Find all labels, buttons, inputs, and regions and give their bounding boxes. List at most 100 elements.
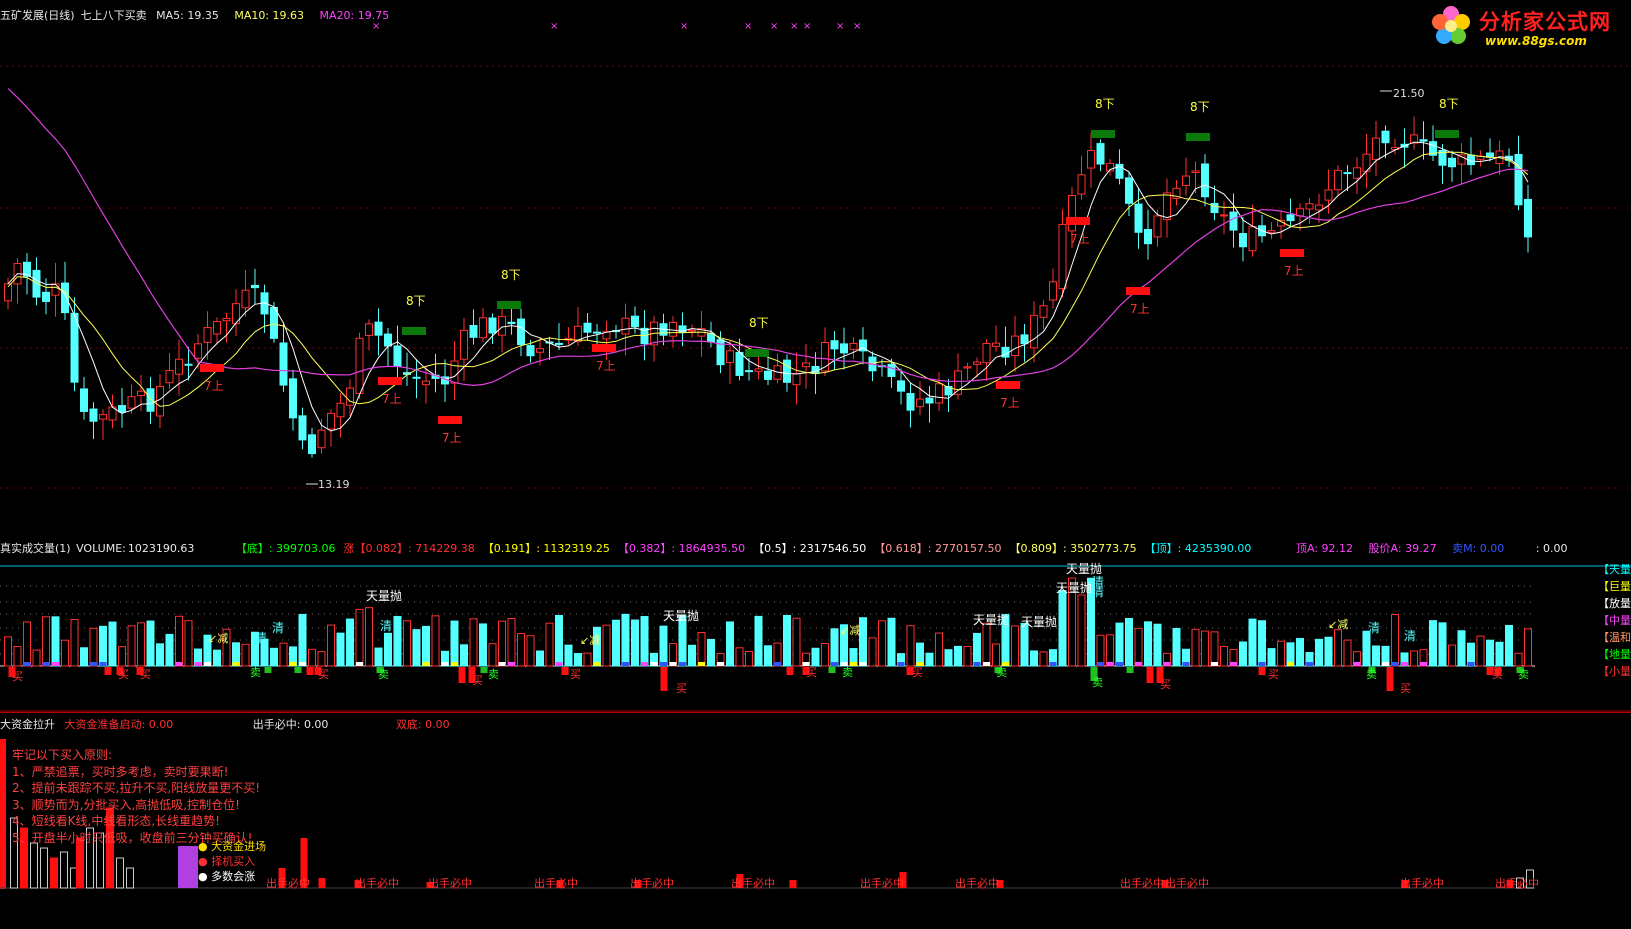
- candle: [688, 329, 696, 332]
- volume-bar: [1391, 613, 1399, 667]
- volume-bar: [992, 643, 1000, 667]
- volume-bar: [213, 649, 221, 667]
- candle: [365, 323, 373, 337]
- signal-7up-label: 7上: [382, 392, 402, 406]
- volume-below-bar: [104, 667, 112, 675]
- capital-panel[interactable]: 大资金拉升 大资金准备启动: 0.00 出手必中: 0.00 双底: 0.00 …: [0, 712, 1631, 929]
- volume-mark: [973, 662, 981, 666]
- candle: [1191, 170, 1200, 174]
- candle: [80, 388, 88, 412]
- volume-bar: [1115, 622, 1124, 667]
- volume-label-sell: 卖: [1366, 668, 1377, 681]
- volume-bar: [1343, 639, 1352, 667]
- candle: [308, 434, 316, 455]
- capital-left-bar: [0, 739, 6, 889]
- volume-mark: [679, 662, 686, 666]
- kline-panel[interactable]: 五矿发展(日线) 七上八下买卖 MA5: 19.35 MA10: 19.63 MA…: [0, 0, 1631, 536]
- site-logo: 分析家公式网 www.88gs.com: [1429, 2, 1625, 52]
- signal-x-mark: ×: [372, 21, 380, 32]
- volume-bar: [80, 647, 88, 667]
- volume-label-buy: 买: [676, 682, 687, 695]
- volume-bar: [1220, 645, 1228, 667]
- high-price-marker: 21.50: [1393, 87, 1425, 100]
- volume-label-throw: 天量抛: [1056, 580, 1092, 595]
- volume-bar: [944, 649, 953, 667]
- volume-mark: [1353, 662, 1361, 666]
- volume-legend-0: 【天量: [1598, 563, 1631, 576]
- candle: [887, 363, 896, 377]
- volume-bar: [1096, 634, 1105, 667]
- candle: [1068, 195, 1076, 232]
- candle: [1210, 202, 1219, 214]
- volume-panel[interactable]: 真实成交量(1) VOLUME: 1023190.63 【底】: 399703.0…: [0, 536, 1631, 712]
- candle: [479, 317, 487, 339]
- candle: [156, 385, 164, 417]
- volume-mark: [650, 662, 658, 666]
- candle: [1144, 229, 1152, 245]
- volume-below-bar: [561, 667, 569, 675]
- volume-label-buy: 买: [118, 668, 129, 681]
- candle: [1134, 203, 1143, 233]
- volume-label-clear: 清: [380, 619, 392, 633]
- volume-bar: [1495, 641, 1504, 667]
- candle: [469, 325, 478, 338]
- volume-below-bar: [828, 667, 836, 673]
- volume-bar: [1106, 634, 1114, 667]
- capital-bar: [116, 857, 124, 889]
- volume-bar: [564, 644, 573, 667]
- volume-bar: [336, 632, 345, 667]
- volume-bar: [412, 629, 421, 667]
- volume-bar: [1020, 622, 1029, 667]
- volume-bar: [1505, 624, 1513, 667]
- candle: [1163, 192, 1171, 221]
- legend-buy-chance: 择机买入: [211, 855, 256, 868]
- capital-hit-label: 出手必中: [1165, 876, 1209, 890]
- volume-bar: [165, 633, 174, 667]
- candle: [317, 429, 326, 449]
- volume-label-sell: 卖: [378, 668, 389, 681]
- volume-label-reduce: ↙减: [1328, 618, 1348, 631]
- candle: [1087, 149, 1095, 169]
- volume-bar: [346, 618, 354, 667]
- rule-3: 3、顺势而为,分批买入,高抛低吸,控制仓位!: [12, 797, 240, 812]
- signal-x-mark: ×: [836, 21, 844, 32]
- volume-bar: [612, 619, 620, 667]
- signal-7up-box: [1280, 249, 1304, 257]
- volume-mark: [498, 662, 506, 666]
- candle: [1381, 130, 1390, 144]
- volume-bar: [764, 645, 772, 667]
- candle: [792, 373, 801, 386]
- signal-7up-label: 7上: [1070, 232, 1090, 246]
- candle: [555, 342, 563, 345]
- candle: [165, 369, 174, 384]
- volume-bar: [23, 621, 31, 667]
- kline-chart[interactable]: × × × × × × × × × 7上 7上 7上 7上 7上 7上 7上 7上 8下 8下 8下 8下 8下 8下 13.…: [0, 0, 1631, 536]
- volume-legend-2: 【放量: [1598, 597, 1631, 610]
- legend-mostly-rise: 多数会涨: [211, 870, 256, 883]
- volume-bar: [184, 620, 193, 667]
- signal-8down-box: [1091, 130, 1115, 138]
- volume-bar: [488, 643, 497, 667]
- volume-bar: [811, 647, 820, 667]
- volume-bar: [526, 635, 535, 667]
- volume-label-sell: 卖: [250, 666, 261, 679]
- volume-mark: [299, 662, 306, 666]
- signal-8down-box: [402, 327, 426, 335]
- volume-chart[interactable]: 天量抛天量抛 天量抛 天量抛天量抛天量抛清清 清清清清清↙减 ↙减↙减 ↙减买买买买买买买…: [0, 536, 1631, 712]
- candle: [222, 317, 231, 322]
- volume-bar: [1058, 590, 1067, 667]
- capital-hit-label: 出手必中: [534, 876, 578, 890]
- candle: [621, 317, 630, 335]
- volume-mark: [42, 662, 50, 666]
- capital-bar: [318, 878, 326, 888]
- capital-bar: [40, 847, 48, 889]
- volume-label-throw: 天量抛: [366, 588, 402, 603]
- volume-bar: [602, 624, 611, 667]
- candle: [707, 333, 715, 343]
- capital-bar: [50, 857, 58, 889]
- volume-bar: [982, 622, 991, 667]
- candle: [1039, 305, 1048, 318]
- volume-mark: [717, 662, 724, 666]
- candle: [726, 350, 734, 364]
- ma5-line: [7, 141, 1529, 432]
